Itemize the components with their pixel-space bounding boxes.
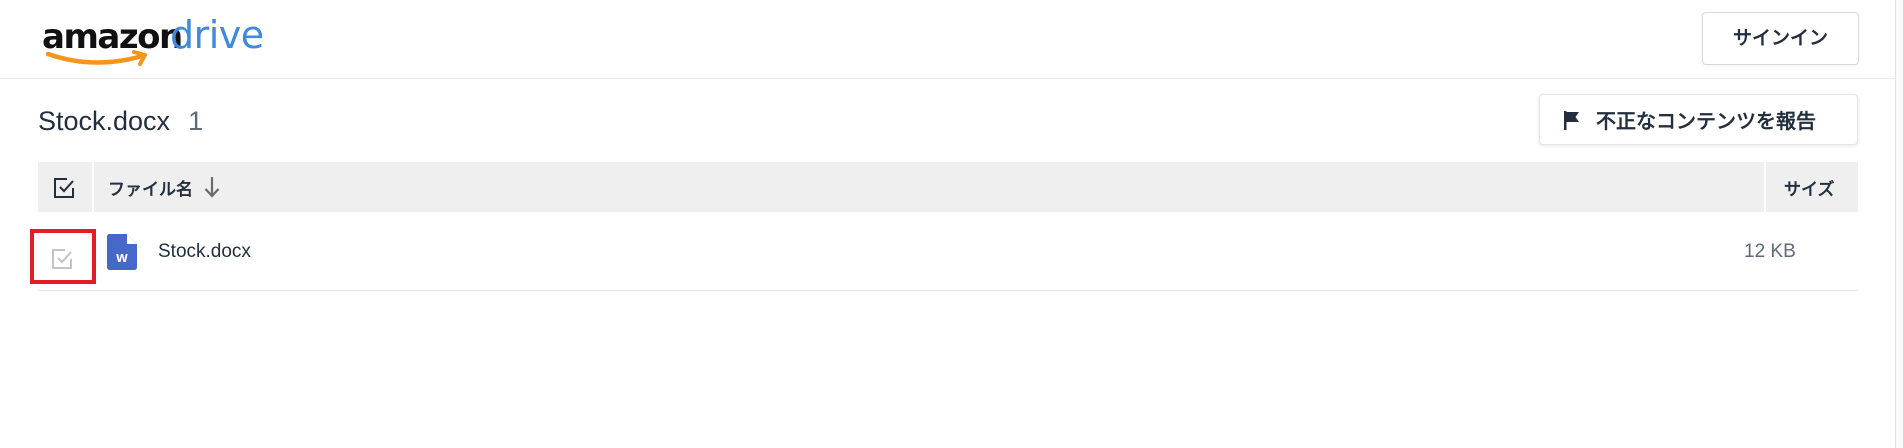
- row-select-checkbox-icon[interactable]: [51, 248, 73, 270]
- sort-descending-arrow-icon[interactable]: [203, 175, 221, 199]
- amazon-smile-icon: [45, 50, 147, 66]
- select-all-cell[interactable]: [38, 162, 90, 212]
- report-content-button[interactable]: 不正なコンテンツを報告: [1539, 94, 1858, 145]
- row-file-size: 12 KB: [1744, 241, 1796, 262]
- file-table: ファイル名 サイズ W Stock.docx 12 KB: [30, 162, 1858, 291]
- column-header-name-label: ファイル名: [108, 179, 193, 199]
- word-document-icon: W: [107, 234, 137, 270]
- column-header-name[interactable]: ファイル名: [92, 162, 1766, 212]
- title-row: Stock.docx 1: [38, 103, 203, 139]
- select-all-checkbox-icon[interactable]: [53, 177, 75, 199]
- column-header-size[interactable]: サイズ: [1768, 162, 1858, 212]
- table-header: ファイル名 サイズ: [38, 162, 1858, 212]
- page-title: Stock.docx: [38, 105, 171, 136]
- row-file-name[interactable]: Stock.docx: [158, 241, 251, 263]
- row-select-highlight: [30, 229, 96, 284]
- flag-icon: [1564, 110, 1579, 130]
- logo-drive-text: drive: [170, 13, 264, 57]
- table-row[interactable]: W Stock.docx 12 KB: [30, 215, 1858, 291]
- item-count: 1: [188, 105, 204, 136]
- word-icon-letter: W: [116, 252, 128, 265]
- column-header-size-label: サイズ: [1784, 179, 1835, 199]
- amazon-drive-logo[interactable]: amazon drive: [42, 12, 272, 70]
- scrollbar-track[interactable]: [1895, 0, 1903, 448]
- sign-in-button[interactable]: サインイン: [1702, 12, 1859, 65]
- page: amazon drive サインイン Stock.docx 1 不正なコンテンツ…: [0, 0, 1903, 448]
- top-bar: amazon drive サインイン: [0, 0, 1895, 79]
- report-content-label: 不正なコンテンツを報告: [1596, 111, 1816, 133]
